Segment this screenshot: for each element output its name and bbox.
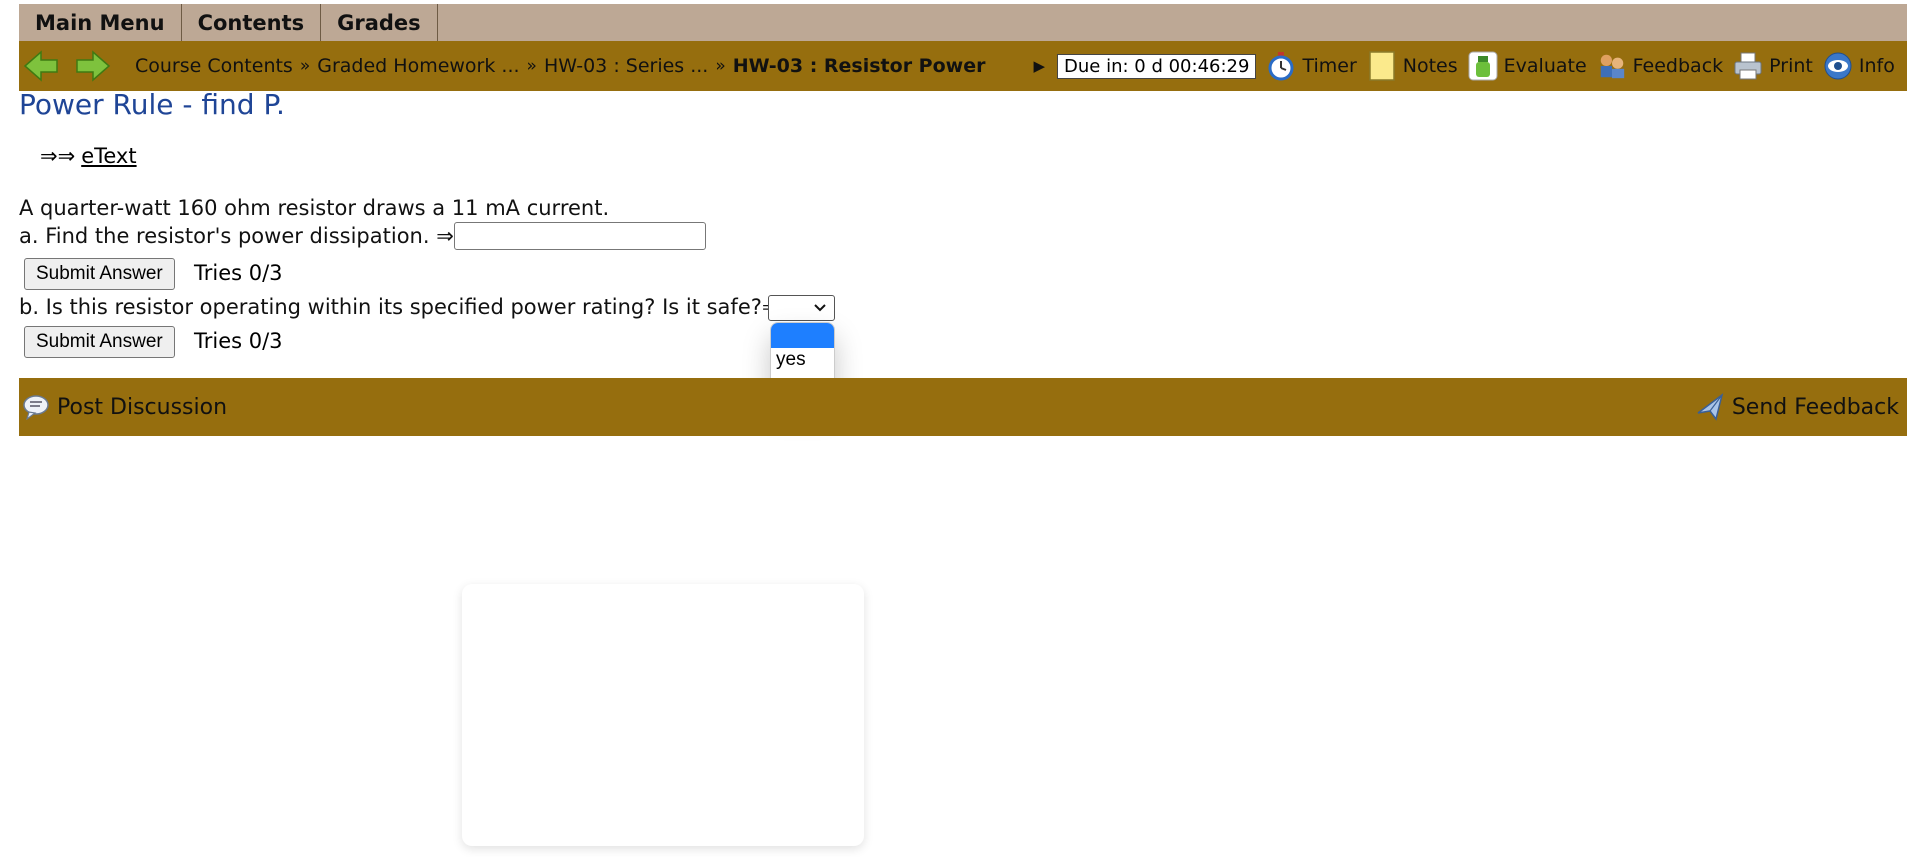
info-label: Info [1858,55,1895,77]
breadcrumb-graded-homework[interactable]: Graded Homework ... [317,55,519,77]
info-eye-icon [1823,51,1853,81]
breadcrumb: Course Contents » Graded Homework ... » … [135,55,985,77]
left-arrow-icon[interactable] [21,46,61,86]
tab-main-menu[interactable]: Main Menu [19,4,182,41]
etext-line: ⇒⇒ eText [40,144,137,168]
breadcrumb-hw03-series[interactable]: HW-03 : Series ... [544,55,708,77]
feedback-label: Feedback [1632,55,1724,77]
print-button[interactable]: Print [1733,51,1813,81]
breadcrumb-separator: » [526,56,537,76]
right-arrow-icon[interactable] [73,46,113,86]
notes-label: Notes [1402,55,1458,77]
timer-button[interactable]: Timer [1266,51,1357,81]
part-b-tries: Tries 0/3 [194,329,283,353]
evaluate-icon [1468,51,1498,81]
feedback-icon [1597,51,1627,81]
navigation-bar: Course Contents » Graded Homework ... » … [19,41,1907,91]
part-a-tries: Tries 0/3 [194,261,283,285]
notes-button[interactable]: Notes [1367,51,1458,81]
chevron-down-icon [813,299,827,321]
notepad-icon [1367,51,1397,81]
send-feedback-label: Send Feedback [1731,394,1899,420]
part-a-answer-input[interactable] [454,222,706,250]
breadcrumb-course-contents[interactable]: Course Contents [135,55,293,77]
part-b-question: b. Is this resistor operating within its… [19,295,780,319]
part-b-submit-button[interactable]: Submit Answer [24,326,175,358]
discussion-bubble-icon [23,394,51,420]
blank-popup-card [462,584,864,846]
due-timer: Due in: 0 d 00:46:29 [1057,53,1257,79]
breadcrumb-separator: » [299,56,311,76]
printer-icon [1733,51,1763,81]
dropdown-option-blank[interactable] [771,323,834,348]
tab-grades[interactable]: Grades [321,4,438,41]
tab-contents[interactable]: Contents [182,4,322,41]
send-feedback-icon [1696,393,1726,421]
play-triangle-icon[interactable]: ▶ [1033,57,1045,75]
part-b-select[interactable] [768,295,835,321]
feedback-button[interactable]: Feedback [1597,51,1723,81]
post-discussion-button[interactable]: Post Discussion [23,394,227,420]
breadcrumb-separator: » [715,56,726,76]
page-title: Power Rule - find P. [19,88,285,121]
etext-link[interactable]: eText [81,144,136,168]
discussion-bar: Post Discussion Send Feedback [19,378,1907,436]
post-discussion-label: Post Discussion [57,394,228,420]
dropdown-option-yes[interactable]: yes [771,348,834,372]
stopwatch-icon [1266,51,1296,81]
send-feedback-button[interactable]: Send Feedback [1696,393,1899,421]
part-a-submit-button[interactable]: Submit Answer [24,258,175,290]
evaluate-label: Evaluate [1503,55,1587,77]
problem-statement: A quarter-watt 160 ohm resistor draws a … [19,196,610,220]
timer-label: Timer [1302,55,1357,77]
breadcrumb-current-page: HW-03 : Resistor Power [732,55,986,77]
evaluate-button[interactable]: Evaluate [1468,51,1587,81]
double-arrow-icon: ⇒⇒ [40,144,76,168]
main-menu-bar: Main Menu Contents Grades [19,4,1907,41]
info-button[interactable]: Info [1823,51,1895,81]
print-label: Print [1769,55,1813,77]
part-a-question: a. Find the resistor's power dissipation… [19,224,454,248]
